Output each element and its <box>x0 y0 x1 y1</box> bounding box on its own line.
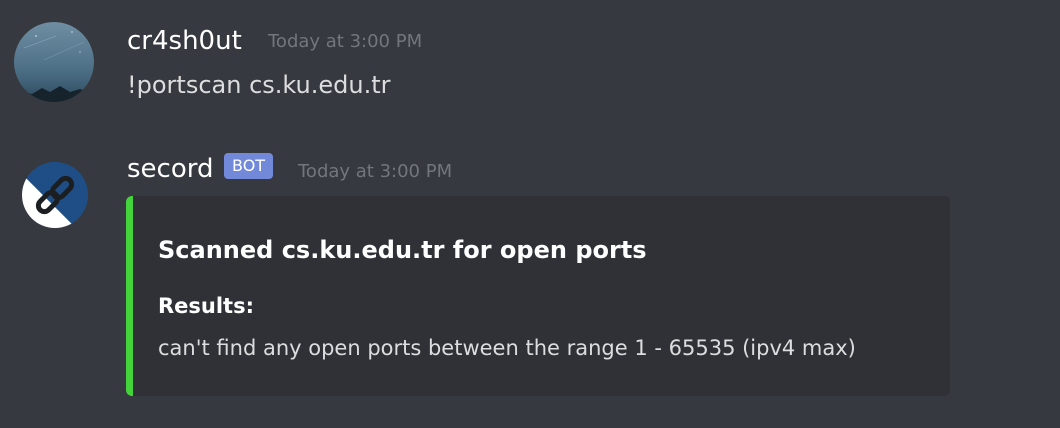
user-avatar[interactable] <box>14 22 94 102</box>
bot-tag: BOT <box>224 153 274 179</box>
embed-field-name: Results: <box>158 294 254 318</box>
bot-avatar[interactable] <box>22 162 88 228</box>
message-timestamp[interactable]: Today at 3:00 PM <box>298 163 452 181</box>
message-content: !portscan cs.ku.edu.tr <box>127 71 391 99</box>
user-name[interactable]: cr4sh0ut <box>127 28 242 54</box>
embed-field-value: can't find any open ports between the ra… <box>158 336 856 360</box>
chain-link-icon <box>22 162 88 228</box>
message-user: cr4sh0ut Today at 3:00 PM !portscan cs.k… <box>0 0 1060 130</box>
message-timestamp[interactable]: Today at 3:00 PM <box>268 33 422 51</box>
night-sky-mountain-avatar-icon <box>14 22 94 102</box>
bot-name[interactable]: secord <box>127 156 213 182</box>
embed-title: Scanned cs.ku.edu.tr for open ports <box>158 236 647 264</box>
message-bot: secord BOT Today at 3:00 PM Scanned cs.k… <box>0 140 1060 410</box>
scan-result-embed: Scanned cs.ku.edu.tr for open ports Resu… <box>126 196 950 396</box>
embed-accent-bar <box>126 196 133 396</box>
